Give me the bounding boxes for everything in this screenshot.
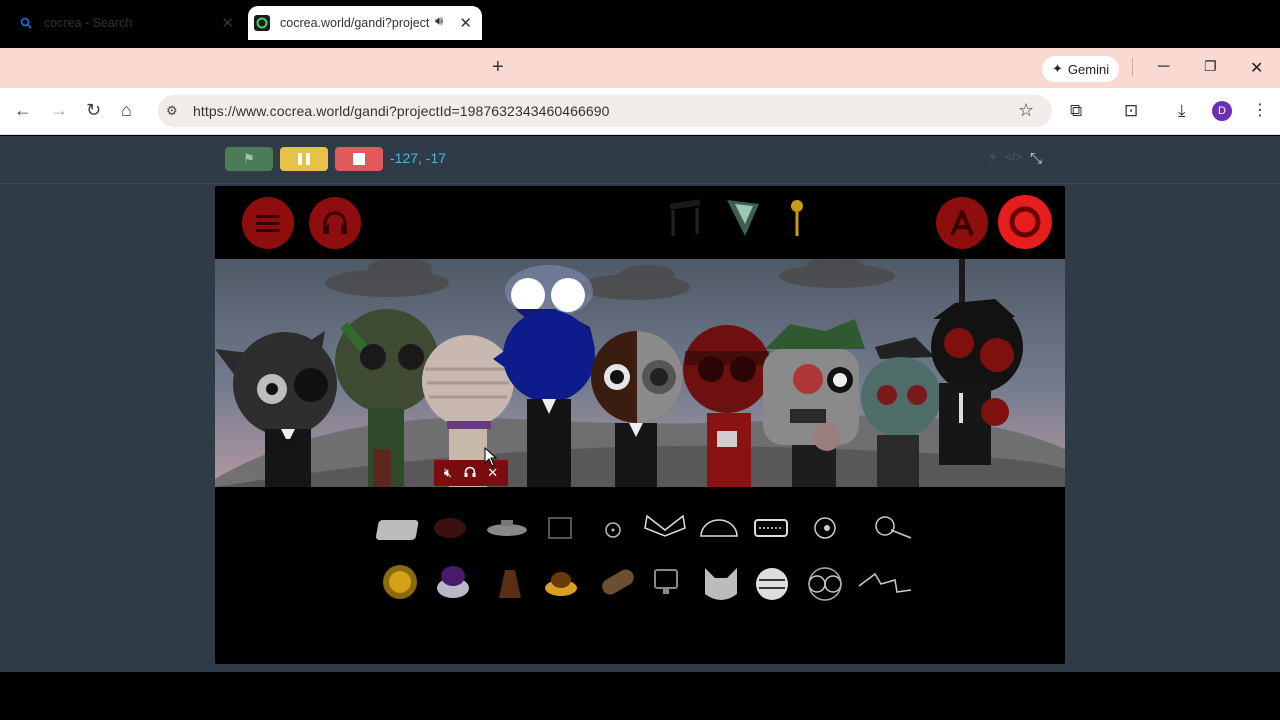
palette-bandage-icon bbox=[602, 569, 634, 595]
avatar[interactable]: D bbox=[1212, 101, 1232, 121]
site-settings-icon[interactable]: ⚙︎ bbox=[166, 103, 178, 119]
palette-cat-head-icon bbox=[705, 568, 737, 600]
cocrea-favicon-icon bbox=[254, 15, 270, 31]
chair-icon bbox=[670, 199, 700, 236]
mouse-coordinates: -127, -17 bbox=[390, 150, 447, 166]
palette-goggles-icon bbox=[808, 567, 842, 601]
lamp-icon bbox=[727, 200, 759, 236]
palette-monitor-icon bbox=[654, 569, 678, 594]
url-text[interactable]: https://www.cocrea.world/gandi?projectId… bbox=[193, 103, 610, 119]
close-icon[interactable]: ✕ bbox=[487, 465, 498, 481]
toolbar-props[interactable] bbox=[667, 194, 817, 250]
headphones-button[interactable] bbox=[309, 197, 361, 249]
minimize-icon[interactable]: ─ bbox=[1158, 58, 1169, 76]
power-button[interactable] bbox=[998, 195, 1052, 249]
palette-zigzag-icon bbox=[858, 572, 912, 593]
gemini-button[interactable]: ✦ Gemini bbox=[1042, 56, 1120, 82]
palette-hat-icon bbox=[545, 572, 577, 596]
back-icon[interactable]: ← bbox=[14, 100, 32, 121]
close-icon[interactable]: ✕ bbox=[459, 14, 472, 32]
palette-plate-icon bbox=[487, 520, 527, 536]
palette-brain-icon bbox=[756, 568, 788, 600]
palette-eye-icon bbox=[814, 517, 836, 539]
tab-title: cocrea - Search bbox=[44, 16, 133, 30]
power-icon bbox=[1009, 206, 1041, 238]
extensions-icon[interactable]: ⧉ bbox=[1070, 101, 1082, 121]
mute-icon[interactable]: 🔇︎ bbox=[444, 465, 452, 481]
gemini-label: Gemini bbox=[1067, 61, 1110, 77]
bookmark-star-icon[interactable]: ☆ bbox=[1018, 100, 1034, 121]
project-stage[interactable] bbox=[215, 186, 1065, 664]
palette-dot-icon bbox=[605, 522, 621, 538]
menu-icon[interactable]: ⋮ bbox=[1252, 100, 1268, 120]
palette-mouth-icon bbox=[754, 519, 788, 537]
character-scene[interactable] bbox=[215, 259, 1065, 487]
reload-icon[interactable]: ↻ bbox=[86, 100, 101, 121]
code-icon[interactable]: </> bbox=[1005, 150, 1022, 164]
palette-ball-icon bbox=[434, 518, 466, 538]
palette-cauldron-icon bbox=[437, 566, 469, 598]
palette-key-icon bbox=[875, 516, 912, 539]
tab-cocrea[interactable]: cocrea.world/gandi?projectI 🔊︎ ✕ bbox=[248, 6, 482, 40]
mode-a-button[interactable] bbox=[936, 197, 988, 249]
exit-fullscreen-icon[interactable]: ⤡ bbox=[1030, 150, 1042, 167]
headphones-icon[interactable] bbox=[464, 466, 476, 481]
restore-icon[interactable]: ❐ bbox=[1204, 58, 1217, 75]
speaker-icon[interactable]: 🔊︎ bbox=[435, 13, 443, 29]
tab-search[interactable]: cocrea - Search ✕ bbox=[12, 6, 244, 40]
palette-frame-icon bbox=[548, 517, 572, 539]
divider bbox=[1132, 58, 1133, 76]
download-icon[interactable]: ⤓ bbox=[1178, 101, 1186, 121]
search-icon bbox=[18, 15, 34, 31]
stop-icon bbox=[353, 153, 365, 165]
stop-button[interactable] bbox=[335, 147, 383, 171]
headphones-icon bbox=[323, 211, 347, 234]
new-tab-icon[interactable]: + bbox=[492, 56, 504, 79]
flag-icon: ⚑ bbox=[243, 151, 255, 166]
screen: cocrea - Search ✕ cocrea.world/gandi?pro… bbox=[0, 0, 1280, 720]
window-close-icon[interactable]: ✕ bbox=[1250, 58, 1263, 78]
green-flag-button[interactable]: ⚑ bbox=[225, 147, 273, 171]
palette-cone-icon bbox=[499, 570, 521, 598]
pause-button[interactable] bbox=[280, 147, 328, 171]
gemini-star-icon: ✦ bbox=[1052, 61, 1063, 76]
palette-sun-icon bbox=[383, 565, 417, 599]
sound-palette[interactable] bbox=[375, 508, 915, 608]
menu-button[interactable] bbox=[242, 197, 294, 249]
palette-rock-icon bbox=[376, 520, 419, 540]
palette-dome-icon bbox=[700, 519, 738, 537]
cast-search-icon[interactable]: ⊡ bbox=[1124, 101, 1138, 121]
tab-title: cocrea.world/gandi?projectI bbox=[280, 16, 430, 30]
letterbox-bottom bbox=[0, 672, 1280, 720]
turbo-icon[interactable]: ⚡ bbox=[988, 149, 998, 166]
letter-a-icon bbox=[950, 210, 974, 236]
lollipop-icon bbox=[791, 200, 803, 236]
close-icon[interactable]: ✕ bbox=[221, 14, 234, 32]
home-icon[interactable]: ⌂ bbox=[121, 100, 132, 121]
hamburger-icon bbox=[256, 215, 280, 232]
stage-controls-bar bbox=[0, 136, 1280, 184]
forward-icon[interactable]: → bbox=[50, 100, 68, 121]
palette-ears-icon bbox=[644, 514, 686, 537]
mouse-cursor-icon bbox=[484, 447, 498, 467]
